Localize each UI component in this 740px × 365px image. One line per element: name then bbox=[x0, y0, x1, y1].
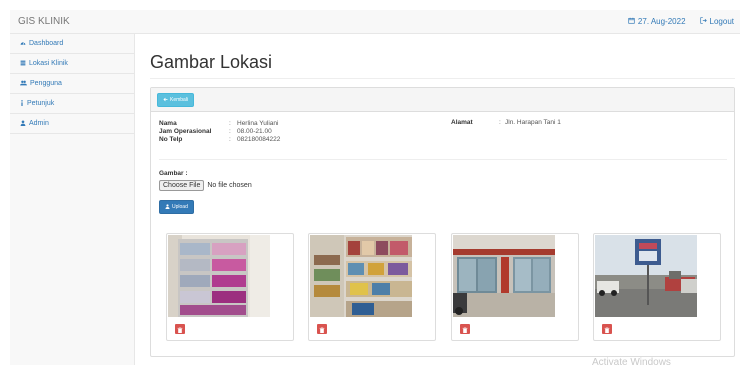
back-button[interactable]: Kembali bbox=[157, 93, 195, 107]
telp-label: No Telp bbox=[159, 135, 183, 143]
image-card bbox=[593, 233, 721, 341]
trash-icon bbox=[177, 320, 183, 338]
delete-image-button[interactable] bbox=[460, 324, 470, 334]
sidebar-item-dashboard[interactable]: Dashboard bbox=[10, 34, 134, 54]
colon: : bbox=[229, 135, 231, 143]
image-gallery bbox=[166, 233, 726, 343]
detail-panel: Kembali Nama : Herlina Yuliani Jam Opera… bbox=[150, 87, 735, 357]
info-row-alamat: Alamat : Jln. Harapan Tani 1 bbox=[451, 119, 561, 126]
logout-label: Logout bbox=[709, 17, 734, 26]
sign-out-icon bbox=[699, 17, 707, 26]
trash-icon bbox=[462, 320, 468, 338]
main-content: Gambar Lokasi Kembali Nama : Herlina Yul… bbox=[135, 34, 740, 365]
sidebar-item-label: Lokasi Klinik bbox=[29, 60, 68, 67]
date-display: 27. Aug-2022 bbox=[628, 17, 686, 26]
activate-windows-watermark: Activate Windows bbox=[592, 357, 671, 365]
gambar-label: Gambar : bbox=[159, 170, 188, 177]
user-icon bbox=[165, 203, 170, 211]
delete-image-button[interactable] bbox=[317, 324, 327, 334]
photo-store-display[interactable] bbox=[310, 235, 412, 317]
info-row-jam: Jam Operasional : 08.00-21.00 bbox=[159, 127, 280, 135]
jam-value: 08.00-21.00 bbox=[237, 127, 272, 135]
image-card bbox=[451, 233, 579, 341]
users-icon bbox=[20, 80, 27, 88]
alamat-value: Jln. Harapan Tani 1 bbox=[505, 119, 561, 126]
nama-label: Nama bbox=[159, 119, 177, 127]
nama-value: Herlina Yuliani bbox=[237, 119, 279, 127]
info-row-telp: No Telp : 082180084222 bbox=[159, 135, 280, 143]
sidebar-item-pengguna[interactable]: Pengguna bbox=[10, 74, 134, 94]
date-text: 27. Aug-2022 bbox=[637, 17, 686, 26]
info-icon bbox=[20, 99, 24, 108]
colon: : bbox=[229, 119, 231, 127]
upload-button-label: Upload bbox=[172, 204, 188, 210]
trash-icon bbox=[319, 320, 325, 338]
photo-shop-shelves[interactable] bbox=[168, 235, 270, 317]
delete-image-button[interactable] bbox=[602, 324, 612, 334]
panel-heading: Kembali bbox=[151, 88, 734, 112]
alamat-label: Alamat bbox=[451, 119, 473, 126]
trash-icon bbox=[604, 320, 610, 338]
colon: : bbox=[229, 127, 231, 135]
brand-title[interactable]: GIS KLINIK bbox=[18, 16, 70, 27]
logout-link[interactable]: Logout bbox=[699, 17, 734, 26]
navbar-right: 27. Aug-2022 Logout bbox=[628, 17, 734, 26]
choose-file-button[interactable]: Choose File bbox=[159, 180, 205, 191]
jam-label: Jam Operasional bbox=[159, 127, 212, 135]
photo-street-sign[interactable] bbox=[595, 235, 697, 317]
sidebar-item-label: Dashboard bbox=[29, 40, 64, 47]
clinic-info: Nama : Herlina Yuliani Jam Operasional :… bbox=[159, 119, 280, 143]
page-title: Gambar Lokasi bbox=[150, 52, 273, 72]
telp-value: 082180084222 bbox=[237, 135, 281, 143]
file-status: No file chosen bbox=[207, 182, 252, 189]
dashboard-icon bbox=[20, 40, 26, 48]
upload-button[interactable]: Upload bbox=[159, 200, 194, 214]
user-icon bbox=[20, 119, 26, 128]
calendar-icon bbox=[628, 17, 635, 26]
file-input: Choose File No file chosen bbox=[159, 180, 252, 191]
arrow-left-icon bbox=[163, 97, 168, 104]
delete-image-button[interactable] bbox=[175, 324, 185, 334]
list-icon bbox=[20, 60, 26, 68]
sidebar-item-label: Pengguna bbox=[30, 80, 62, 87]
top-navbar: GIS KLINIK 27. Aug-2022 Logout bbox=[10, 10, 740, 34]
photo-storefront[interactable] bbox=[453, 235, 555, 317]
sidebar-item-label: Admin bbox=[29, 120, 49, 127]
info-row-nama: Nama : Herlina Yuliani bbox=[159, 119, 280, 127]
info-divider bbox=[159, 159, 727, 160]
sidebar: Dashboard Lokasi Klinik Pengguna Petunju… bbox=[10, 34, 135, 365]
sidebar-item-label: Petunjuk bbox=[27, 100, 55, 107]
image-card bbox=[166, 233, 294, 341]
sidebar-item-petunjuk[interactable]: Petunjuk bbox=[10, 94, 134, 114]
back-button-label: Kembali bbox=[170, 97, 189, 103]
title-divider bbox=[150, 78, 735, 79]
sidebar-item-lokasi-klinik[interactable]: Lokasi Klinik bbox=[10, 54, 134, 74]
image-card bbox=[308, 233, 436, 341]
sidebar-item-admin[interactable]: Admin bbox=[10, 114, 134, 134]
